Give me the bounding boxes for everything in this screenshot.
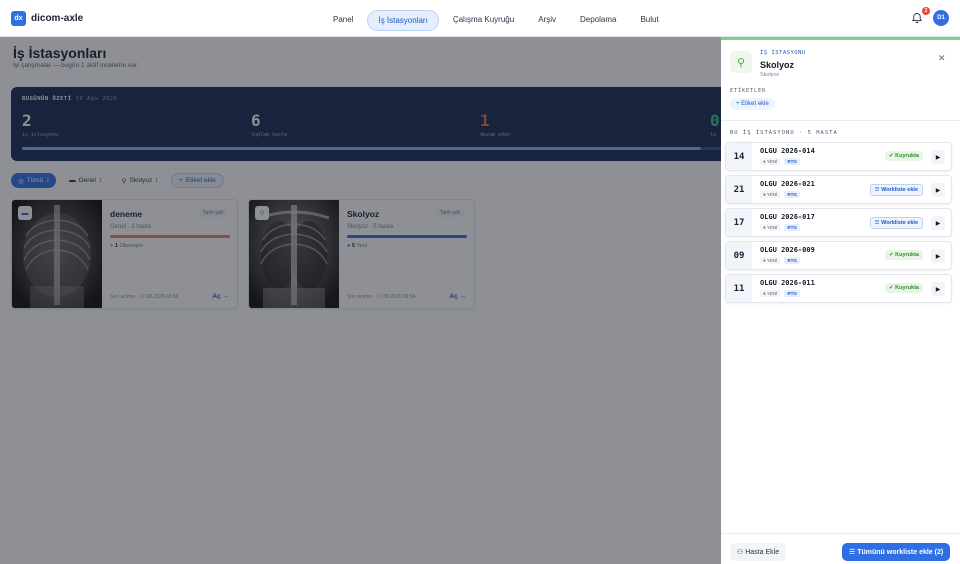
row-tags: ● YENİ RTG bbox=[760, 224, 800, 231]
modal-backdrop[interactable] bbox=[0, 37, 721, 564]
top-navbar: dx dicom-axle Panel İş İstasyonları Çalı… bbox=[0, 0, 960, 37]
divider bbox=[721, 120, 960, 121]
main-nav: Panel İş İstasyonları Çalışma Kuyruğu Ar… bbox=[323, 10, 673, 31]
new-badge: ● YENİ bbox=[760, 224, 781, 231]
patient-row[interactable]: 21 OLGU 2026-021 ● YENİ RTG ☰ Workliste e… bbox=[725, 175, 952, 204]
patient-row[interactable]: 11 OLGU 2026-011 ● YENİ RTG ✔ Kuyrukta ▶ bbox=[725, 274, 952, 303]
modality-badge: RTG bbox=[784, 224, 800, 231]
workstation-side-panel: ⚲ İŞ İSTASYONU Skolyoz Skolyoz ✕ ETİKETL… bbox=[721, 37, 960, 564]
patient-name: OLGU 2026-021 bbox=[760, 180, 815, 188]
modality-badge: RTG bbox=[784, 290, 800, 297]
nav-cloud[interactable]: Bulut bbox=[630, 10, 668, 31]
nav-panel[interactable]: Panel bbox=[323, 10, 363, 31]
brand-logo: dx bbox=[11, 11, 26, 26]
queued-status: ✔ Kuyrukta bbox=[885, 151, 923, 161]
patient-row[interactable]: 14 OLGU 2026-014 ● YENİ RTG ✔ Kuyrukta ▶ bbox=[725, 142, 952, 171]
patient-name: OLGU 2026-009 bbox=[760, 246, 815, 254]
nav-workstations[interactable]: İş İstasyonları bbox=[367, 10, 439, 31]
new-badge: ● YENİ bbox=[760, 191, 781, 198]
panel-add-tag-button[interactable]: + Etiket ekle bbox=[730, 98, 775, 110]
brand-name: dicom-axle bbox=[31, 13, 84, 24]
add-patient-button[interactable]: ⚇ Hasta Ekle bbox=[730, 543, 787, 561]
row-tags: ● YENİ RTG bbox=[760, 191, 800, 198]
modality-badge: RTG bbox=[784, 257, 800, 264]
play-icon[interactable]: ▶ bbox=[931, 282, 945, 296]
button-label: Tümünü workliste ekle (2) bbox=[857, 549, 944, 556]
patient-name: OLGU 2026-014 bbox=[760, 147, 815, 155]
play-icon[interactable]: ▶ bbox=[931, 249, 945, 263]
queued-status: ✔ Kuyrukta bbox=[885, 250, 923, 260]
patient-row[interactable]: 09 OLGU 2026-009 ● YENİ RTG ✔ Kuyrukta ▶ bbox=[725, 241, 952, 270]
row-tags: ● YENİ RTG bbox=[760, 257, 800, 264]
queued-status: ✔ Kuyrukta bbox=[885, 283, 923, 293]
modality-badge: RTG bbox=[784, 158, 800, 165]
row-number: 17 bbox=[726, 209, 752, 236]
panel-kicker: İŞ İSTASYONU bbox=[760, 50, 806, 56]
nav-storage[interactable]: Depolama bbox=[570, 10, 626, 31]
add-to-worklist-button[interactable]: ☰ Workliste ekle bbox=[869, 184, 923, 196]
patient-row[interactable]: 17 OLGU 2026-017 ● YENİ RTG ☰ Workliste e… bbox=[725, 208, 952, 237]
play-icon[interactable]: ▶ bbox=[931, 183, 945, 197]
add-all-to-worklist-button[interactable]: ☰ Tümünü workliste ekle (2) bbox=[842, 543, 951, 561]
user-avatar[interactable]: D1 bbox=[933, 10, 949, 26]
action-label: Kuyrukta bbox=[895, 252, 919, 258]
tags-heading: ETİKETLER bbox=[730, 88, 767, 94]
panel-subtitle: Skolyoz bbox=[760, 72, 780, 78]
new-badge: ● YENİ bbox=[760, 257, 781, 264]
add-to-worklist-button[interactable]: ☰ Workliste ekle bbox=[869, 217, 923, 229]
play-icon[interactable]: ▶ bbox=[931, 150, 945, 164]
divider bbox=[721, 533, 960, 534]
action-label: Workliste ekle bbox=[881, 220, 918, 226]
modality-badge: RTG bbox=[784, 191, 800, 198]
button-label: Hasta Ekle bbox=[745, 549, 780, 556]
row-tags: ● YENİ RTG bbox=[760, 290, 800, 297]
new-badge: ● YENİ bbox=[760, 158, 781, 165]
user-plus-icon: ⚇ bbox=[737, 549, 744, 556]
patient-list-heading: BU İŞ İSTASYONU · 5 HASTA bbox=[730, 130, 838, 136]
nav-work-queue[interactable]: Çalışma Kuyruğu bbox=[443, 10, 524, 31]
action-label: Kuyrukta bbox=[895, 153, 919, 159]
panel-title: Skolyoz bbox=[760, 60, 795, 70]
action-label: Kuyrukta bbox=[895, 285, 919, 291]
notification-badge: 2 bbox=[922, 7, 930, 15]
figure-icon: ⚲ bbox=[730, 51, 752, 73]
nav-archive[interactable]: Arşiv bbox=[528, 10, 566, 31]
action-label: Workliste ekle bbox=[881, 187, 918, 193]
row-tags: ● YENİ RTG bbox=[760, 158, 800, 165]
row-number: 14 bbox=[726, 143, 752, 170]
bell-icon[interactable] bbox=[911, 12, 923, 24]
brand[interactable]: dx dicom-axle bbox=[11, 11, 83, 26]
close-icon[interactable]: ✕ bbox=[938, 53, 946, 64]
list-icon: ☰ bbox=[849, 549, 856, 556]
new-badge: ● YENİ bbox=[760, 290, 781, 297]
row-number: 11 bbox=[726, 275, 752, 302]
patient-name: OLGU 2026-017 bbox=[760, 213, 815, 221]
patient-name: OLGU 2026-011 bbox=[760, 279, 815, 287]
row-number: 21 bbox=[726, 176, 752, 203]
play-icon[interactable]: ▶ bbox=[931, 216, 945, 230]
row-number: 09 bbox=[726, 242, 752, 269]
